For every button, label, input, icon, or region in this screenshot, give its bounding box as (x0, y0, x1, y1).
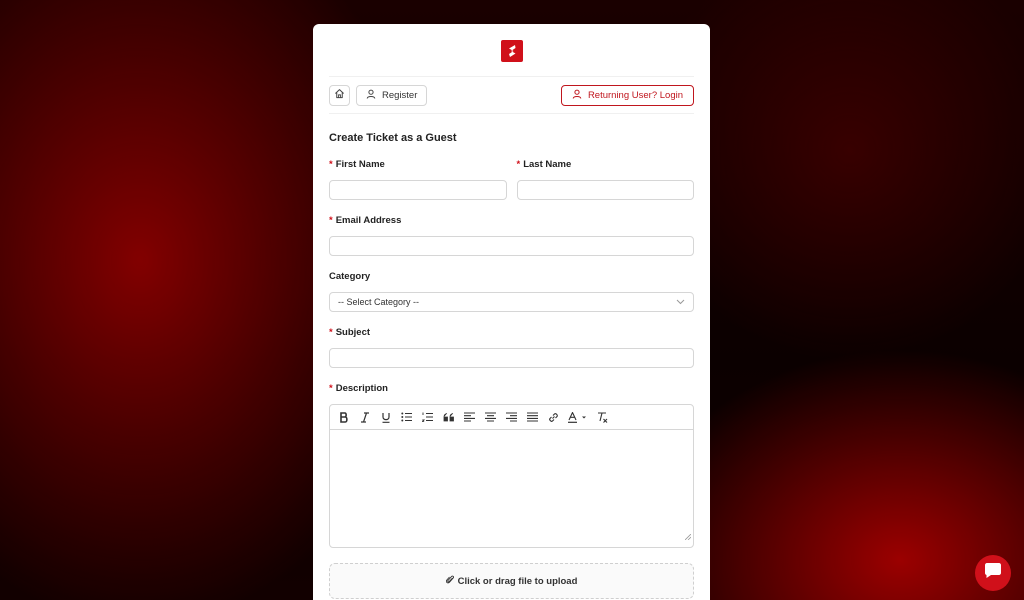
subject-input[interactable] (329, 348, 694, 368)
required-marker: * (329, 383, 333, 394)
underline-icon[interactable] (378, 410, 393, 425)
link-icon[interactable] (546, 410, 561, 425)
home-button[interactable] (329, 84, 350, 106)
login-button[interactable]: Returning User? Login (560, 84, 694, 106)
file-upload-dropzone[interactable]: Click or drag file to upload (329, 563, 694, 599)
name-row: * First Name * Last Name (329, 144, 694, 200)
required-marker: * (516, 159, 521, 170)
clear-format-icon[interactable] (595, 410, 610, 425)
form-title: Create Ticket as a Guest (329, 132, 457, 144)
nav-left: Register (329, 84, 428, 106)
logo-area (329, 24, 694, 76)
user-icon (366, 89, 376, 102)
register-label: Register (382, 89, 418, 101)
home-icon (334, 88, 345, 102)
email-input[interactable] (329, 236, 694, 256)
chat-bubble-icon (984, 562, 1002, 584)
first-name-label: * First Name (329, 159, 507, 172)
chat-launcher-button[interactable] (975, 555, 1011, 591)
ticket-card: Register Returning User? Login Create Ti… (313, 24, 710, 600)
top-nav: Register Returning User? Login (329, 76, 694, 114)
upload-label: Click or drag file to upload (457, 575, 578, 587)
login-label: Returning User? Login (587, 89, 683, 101)
subject-field: * Subject (329, 327, 694, 368)
align-center-icon[interactable] (483, 410, 498, 425)
editor-toolbar (330, 405, 693, 430)
description-field: * Description (329, 383, 694, 548)
ordered-list-icon[interactable] (420, 410, 435, 425)
description-label-text: Description (335, 383, 388, 394)
category-field: Category -- Select Category -- (329, 271, 694, 312)
first-name-label-text: First Name (335, 159, 385, 170)
last-name-label: * Last Name (517, 159, 695, 172)
resize-handle-icon[interactable] (684, 527, 692, 545)
user-icon (572, 89, 582, 102)
email-field: * Email Address (329, 215, 694, 256)
text-color-icon[interactable] (567, 410, 589, 425)
category-label: Category (329, 271, 371, 282)
description-textarea[interactable] (330, 430, 693, 547)
last-name-input[interactable] (516, 180, 694, 200)
first-name-input[interactable] (329, 180, 507, 200)
first-name-field: * First Name (329, 159, 507, 200)
email-label-text: Email Address (335, 215, 402, 226)
required-marker: * (329, 159, 333, 170)
align-right-icon[interactable] (504, 410, 519, 425)
required-marker: * (329, 327, 333, 338)
paperclip-icon (445, 574, 454, 588)
email-label: * Email Address (329, 215, 694, 228)
bold-icon[interactable] (336, 410, 351, 425)
chevron-down-icon (676, 297, 685, 307)
align-left-icon[interactable] (462, 410, 477, 425)
subject-label: * Subject (329, 327, 694, 340)
align-justify-icon[interactable] (525, 410, 540, 425)
last-name-field: * Last Name (516, 159, 695, 200)
blockquote-icon[interactable] (441, 410, 456, 425)
brand-logo-icon[interactable] (500, 40, 523, 62)
last-name-label-text: Last Name (523, 159, 572, 170)
bullet-list-icon[interactable] (399, 410, 414, 425)
category-select[interactable]: -- Select Category -- (329, 292, 694, 312)
description-editor (329, 404, 694, 548)
required-marker: * (329, 215, 333, 226)
italic-icon[interactable] (357, 410, 372, 425)
subject-label-text: Subject (335, 327, 371, 338)
description-label: * Description (329, 383, 694, 396)
category-selected: -- Select Category -- (338, 297, 420, 307)
register-button[interactable]: Register (356, 84, 428, 106)
